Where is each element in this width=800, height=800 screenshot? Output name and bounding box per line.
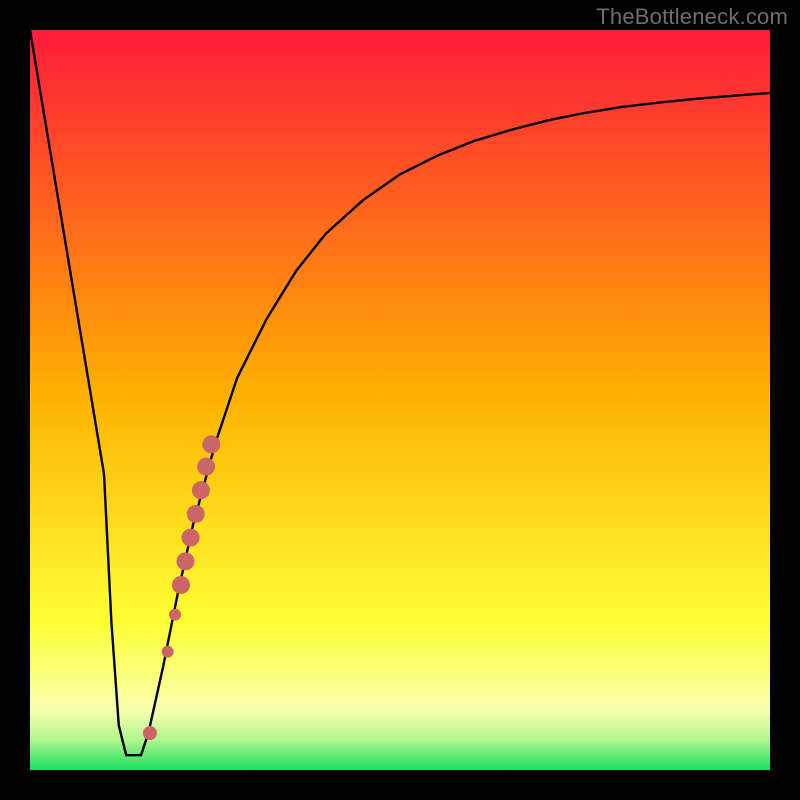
highlight-dot xyxy=(202,435,220,453)
highlight-dot xyxy=(172,576,190,594)
highlight-dot xyxy=(162,646,174,658)
watermark-text: TheBottleneck.com xyxy=(596,4,788,30)
highlight-dot xyxy=(192,481,210,499)
highlight-dot xyxy=(197,458,215,476)
plot-background xyxy=(30,30,770,770)
highlight-dot xyxy=(143,726,157,740)
highlight-dot xyxy=(169,609,181,621)
chart-stage: TheBottleneck.com xyxy=(0,0,800,800)
chart-svg xyxy=(0,0,800,800)
highlight-dot xyxy=(187,505,205,523)
highlight-dot xyxy=(182,529,200,547)
highlight-dot xyxy=(176,552,194,570)
